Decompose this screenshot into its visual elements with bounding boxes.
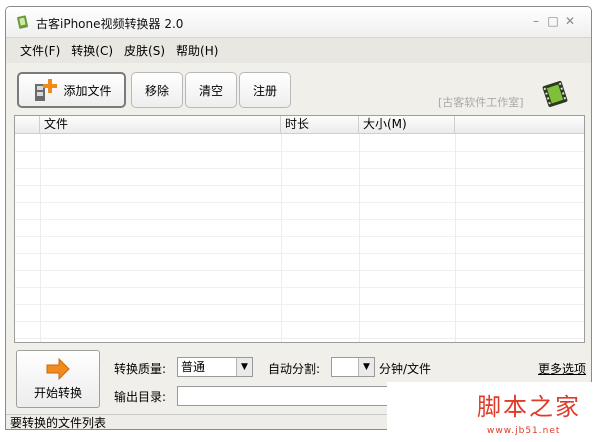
- row-divider: [15, 287, 584, 288]
- row-divider: [15, 151, 584, 152]
- column-header-file[interactable]: 文件: [40, 116, 281, 134]
- row-divider: [15, 185, 584, 186]
- close-button[interactable]: ✕: [563, 14, 577, 28]
- row-divider: [15, 338, 584, 339]
- row-divider: [15, 202, 584, 203]
- minimize-button[interactable]: –: [529, 14, 543, 28]
- start-convert-button[interactable]: 开始转换: [16, 350, 100, 408]
- output-dir-input[interactable]: [177, 386, 417, 406]
- remove-button[interactable]: 移除: [131, 72, 183, 108]
- remove-label: 移除: [144, 83, 169, 98]
- row-divider: [15, 270, 584, 271]
- maximize-button[interactable]: □: [546, 14, 560, 28]
- auto-split-select[interactable]: ▼: [331, 357, 375, 377]
- auto-split-label: 自动分割:: [268, 362, 321, 376]
- film-reel-icon: [542, 80, 568, 108]
- dropdown-arrow-icon[interactable]: ▼: [236, 358, 252, 376]
- app-logo-icon: [17, 15, 28, 29]
- watermark: 脚本之家 www.jb51.net: [387, 382, 600, 442]
- add-files-label: 添加文件: [63, 83, 112, 98]
- output-dir-label: 输出目录:: [114, 390, 167, 404]
- menu-file[interactable]: 文件(F): [20, 42, 60, 59]
- quality-value: 普通: [181, 360, 206, 374]
- more-options-link[interactable]: 更多选项: [538, 360, 586, 377]
- menu-help[interactable]: 帮助(H): [176, 42, 218, 59]
- watermark-text: 脚本之家: [477, 393, 581, 421]
- quality-select[interactable]: 普通 ▼: [177, 357, 253, 377]
- clear-label: 清空: [198, 83, 223, 98]
- row-divider: [15, 236, 584, 237]
- file-list-body: [15, 134, 584, 342]
- column-divider: [359, 134, 360, 342]
- quality-label: 转换质量:: [114, 362, 167, 376]
- toolbar: 添加文件 移除 清空 注册 [古客软件工作室]: [6, 64, 591, 116]
- row-divider: [15, 219, 584, 220]
- row-divider: [15, 253, 584, 254]
- studio-label: [古客软件工作室]: [438, 96, 524, 109]
- clear-button[interactable]: 清空: [185, 72, 237, 108]
- app-window: 古客iPhone视频转换器 2.0 – □ ✕ 文件(F) 转换(C) 皮肤(S…: [5, 6, 592, 430]
- column-divider: [40, 134, 41, 342]
- row-divider: [15, 304, 584, 305]
- menu-skin[interactable]: 皮肤(S): [124, 42, 165, 59]
- status-text: 要转换的文件列表: [10, 416, 107, 430]
- row-divider: [15, 168, 584, 169]
- column-header-index[interactable]: [15, 116, 40, 134]
- start-convert-label: 开始转换: [33, 385, 82, 400]
- column-header-size[interactable]: 大小(M): [359, 116, 455, 134]
- arrow-right-icon: [46, 357, 70, 380]
- window-title: 古客iPhone视频转换器 2.0: [36, 17, 184, 31]
- register-button[interactable]: 注册: [239, 72, 291, 108]
- column-header-duration[interactable]: 时长: [281, 116, 359, 134]
- menu-convert[interactable]: 转换(C): [71, 42, 113, 59]
- auto-split-unit: 分钟/文件: [379, 362, 432, 376]
- dropdown-arrow-icon[interactable]: ▼: [358, 358, 374, 376]
- menu-bar: 文件(F) 转换(C) 皮肤(S) 帮助(H): [6, 37, 591, 63]
- watermark-url: www.jb51.net: [487, 426, 561, 436]
- column-divider: [455, 134, 456, 342]
- column-header-extra: [455, 116, 584, 134]
- file-list[interactable]: 文件 时长 大小(M): [14, 115, 585, 343]
- register-label: 注册: [252, 83, 277, 98]
- file-list-header: 文件 时长 大小(M): [15, 116, 584, 134]
- row-divider: [15, 321, 584, 322]
- add-files-button[interactable]: 添加文件: [17, 72, 126, 108]
- add-film-icon: [35, 79, 58, 101]
- title-bar: 古客iPhone视频转换器 2.0 – □ ✕: [6, 7, 591, 37]
- column-divider: [281, 134, 282, 342]
